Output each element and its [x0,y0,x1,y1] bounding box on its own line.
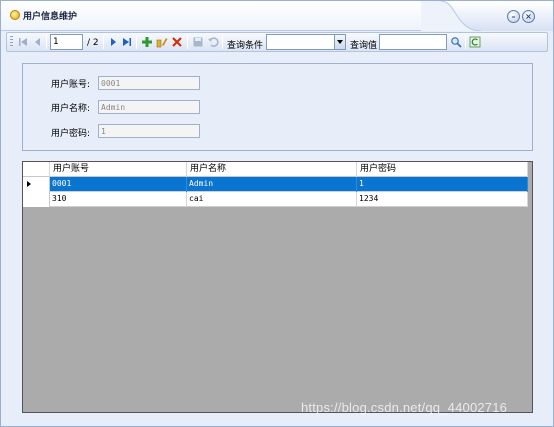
user-form-panel: 用户账号: 0001 用户名称: Admin 用户密码: 1 [22,63,533,151]
chevron-down-icon[interactable] [334,35,345,49]
query-condition-select[interactable] [266,34,346,50]
password-label: 用户密码: [51,129,91,139]
title-curve-decoration [421,1,481,31]
close-button[interactable]: × [522,10,535,23]
edit-icon[interactable] [156,36,168,48]
minimize-icon: – [511,12,516,21]
watermark-text: https://blog.csdn.net/qq_44002716 [301,400,508,415]
name-label: 用户名称: [51,104,91,114]
window-title: 用户信息维护 [23,12,78,22]
toolbar-separator [103,36,104,49]
table-row[interactable]: 310 cai 1234 [23,192,528,207]
last-icon[interactable] [121,36,133,48]
password-field[interactable]: 1 [98,124,200,138]
toolbar-separator [136,36,137,49]
page-total-label: / 2 [87,38,99,48]
query-value-input[interactable] [379,34,447,50]
query-condition-label: 查询条件 [227,41,264,51]
column-header-account[interactable]: 用户账号 [50,162,187,177]
title-bar: 用户信息维护 – × [1,1,553,31]
row-header[interactable] [23,192,50,207]
search-icon[interactable] [450,36,462,48]
toolbar-separator [465,36,466,49]
user-data-grid[interactable]: 用户账号 用户名称 用户密码 0001 Admin 1 310 cai 1234 [22,161,533,413]
column-header-password[interactable]: 用户密码 [357,162,528,177]
close-icon: × [525,12,532,21]
row-header-corner [23,162,50,177]
cell-password[interactable]: 1234 [357,192,528,207]
cell-name[interactable]: cai [187,192,357,207]
cell-account[interactable]: 0001 [50,177,187,192]
page-number-input[interactable]: 1 [50,34,83,50]
name-field[interactable]: Admin [98,100,200,114]
grid-header: 用户账号 用户名称 用户密码 [23,162,528,177]
app-window: 用户信息维护 – × 1 / 2 查询条件 查询值 用户账号: 0001 用户名… [0,0,554,427]
next-icon[interactable] [107,36,119,48]
table-row[interactable]: 0001 Admin 1 [23,177,528,192]
toolbar-separator [187,36,188,49]
save-icon[interactable] [192,36,204,48]
add-icon[interactable] [141,36,153,48]
cell-account[interactable]: 310 [50,192,187,207]
prev-icon[interactable] [32,36,44,48]
delete-icon[interactable] [171,36,183,48]
undo-icon[interactable] [207,36,219,48]
cell-name[interactable]: Admin [187,177,357,192]
account-label: 用户账号: [51,80,91,90]
first-icon[interactable] [17,36,29,48]
cell-password[interactable]: 1 [357,177,528,192]
toolbar-separator [222,36,223,49]
row-header[interactable] [23,177,50,192]
current-row-icon [27,181,31,187]
minimize-button[interactable]: – [507,10,520,23]
refresh-icon[interactable] [469,36,481,48]
navigator-toolbar: 1 / 2 查询条件 查询值 [6,32,548,52]
account-field[interactable]: 0001 [98,76,200,90]
toolbar-grip[interactable] [10,36,13,48]
toolbar-separator [46,36,47,49]
gear-icon [10,10,20,20]
query-value-label: 查询值 [350,41,378,51]
column-header-name[interactable]: 用户名称 [187,162,357,177]
